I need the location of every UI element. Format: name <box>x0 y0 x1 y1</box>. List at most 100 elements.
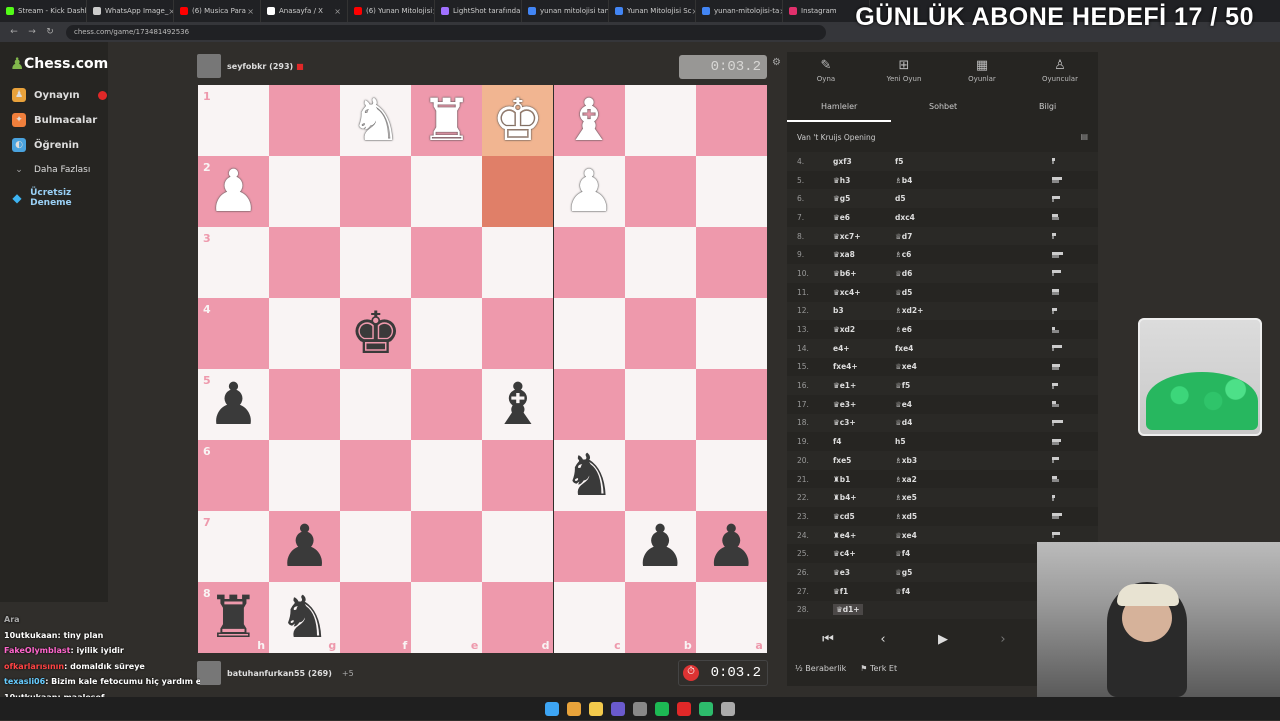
square-h4[interactable]: 4 <box>198 298 270 369</box>
square-h1[interactable]: 1 <box>198 85 270 156</box>
square-c5[interactable] <box>553 369 625 440</box>
square-a8[interactable]: a <box>695 582 767 653</box>
white-move[interactable]: ♛c3+ <box>833 418 895 427</box>
piece-d5[interactable]: ♝ <box>482 369 553 440</box>
back-icon[interactable]: ← <box>8 27 20 37</box>
browser-tab[interactable]: Yunan Mitolojisi Sc× <box>609 0 696 22</box>
white-move[interactable]: ♛e3+ <box>833 400 895 409</box>
white-move[interactable]: gxf3 <box>833 157 895 166</box>
x-icon[interactable] <box>677 701 691 716</box>
black-move[interactable]: d5 <box>895 194 955 203</box>
square-a6[interactable] <box>695 440 767 511</box>
square-f6[interactable] <box>340 440 412 511</box>
top-player-name[interactable]: seyfobkr (293) <box>227 62 293 71</box>
white-move[interactable]: b3 <box>833 306 895 315</box>
square-d6[interactable] <box>482 440 554 511</box>
square-h6[interactable]: 6 <box>198 440 270 511</box>
black-move[interactable]: h5 <box>895 437 955 446</box>
url-field[interactable]: chess.com/game/173481492536 <box>66 24 826 40</box>
next-move-button[interactable]: ▶ <box>913 627 973 653</box>
piece-g8[interactable]: ♞ <box>269 582 340 653</box>
white-move[interactable]: ♛c4+ <box>833 549 895 558</box>
white-move[interactable]: ♛xc4+ <box>833 288 895 297</box>
square-a1[interactable] <box>695 85 767 156</box>
white-move[interactable]: fxe5 <box>833 456 895 465</box>
windows-icon[interactable] <box>545 701 559 716</box>
black-move[interactable]: ♗xb3 <box>895 456 955 465</box>
square-g4[interactable] <box>269 298 341 369</box>
forward-icon[interactable]: → <box>26 27 38 37</box>
square-f3[interactable] <box>340 227 412 298</box>
piece-b7[interactable]: ♟ <box>625 511 696 582</box>
square-e7[interactable] <box>411 511 483 582</box>
first-move-button[interactable]: ⏮ <box>798 627 858 653</box>
square-d7[interactable] <box>482 511 554 582</box>
reload-icon[interactable]: ↻ <box>44 27 56 37</box>
piece-c2[interactable]: ♟ <box>554 156 625 227</box>
white-move[interactable]: ♜b4+ <box>833 493 895 502</box>
chrome-icon[interactable] <box>567 701 581 716</box>
square-c7[interactable] <box>553 511 625 582</box>
black-move[interactable]: ♕e4 <box>895 400 955 409</box>
square-g3[interactable] <box>269 227 341 298</box>
black-move[interactable]: ♕d4 <box>895 418 955 427</box>
square-h3[interactable]: 3 <box>198 227 270 298</box>
square-e8[interactable]: e <box>411 582 483 653</box>
black-move[interactable]: ♕f4 <box>895 587 955 596</box>
browser-tab[interactable]: (6) Musica Para × <box>174 0 261 22</box>
tab-new-game[interactable]: ⊞ Yeni Oyun <box>865 58 943 83</box>
square-a2[interactable] <box>695 156 767 227</box>
square-e4[interactable] <box>411 298 483 369</box>
white-move[interactable]: ♜e4+ <box>833 531 895 540</box>
browser-tab[interactable]: Stream - Kick Dashb× <box>0 0 87 22</box>
square-d8[interactable]: d <box>482 582 554 653</box>
browser-tab[interactable]: LightShot tarafında× <box>435 0 522 22</box>
white-move[interactable]: ♛e3 <box>833 568 895 577</box>
bottom-player-name[interactable]: batuhanfurkan55 (269) <box>227 669 332 678</box>
browser-tab[interactable]: yunan-mitolojisi-ta× <box>696 0 783 22</box>
browser-tab[interactable]: (6) Yunan Mitolojisi× <box>348 0 435 22</box>
square-f2[interactable] <box>340 156 412 227</box>
black-move[interactable]: dxc4 <box>895 213 955 222</box>
square-d2[interactable] <box>482 156 554 227</box>
square-b1[interactable] <box>624 85 696 156</box>
square-b8[interactable]: b <box>624 582 696 653</box>
spotify-icon[interactable] <box>655 701 669 716</box>
store-icon[interactable] <box>611 701 625 716</box>
piece-h2[interactable]: ♟ <box>198 156 269 227</box>
square-a3[interactable] <box>695 227 767 298</box>
black-move[interactable]: ♕d5 <box>895 288 955 297</box>
white-move[interactable]: ♛xa8 <box>833 250 895 259</box>
square-g1[interactable] <box>269 85 341 156</box>
piece-a7[interactable]: ♟ <box>696 511 767 582</box>
subtab-info[interactable]: Bilgi <box>1039 102 1056 111</box>
settings-gear-icon[interactable]: ⚙ <box>772 57 781 68</box>
square-e3[interactable] <box>411 227 483 298</box>
black-move[interactable]: ♕xe4 <box>895 531 955 540</box>
black-move[interactable]: ♕f5 <box>895 381 955 390</box>
folder-icon[interactable] <box>589 701 603 716</box>
white-move[interactable]: ♛xc7+ <box>833 232 895 241</box>
browser-tab[interactable]: yunan mitolojisi tan× <box>522 0 609 22</box>
offer-draw-button[interactable]: ½ Beraberlik <box>795 664 846 673</box>
sidebar-item-free-trial[interactable]: ◆ Ücretsiz Deneme <box>12 188 92 208</box>
square-b5[interactable] <box>624 369 696 440</box>
previous-move-button[interactable]: ‹ <box>853 627 913 653</box>
black-move[interactable]: ♕d7 <box>895 232 955 241</box>
black-move[interactable]: ♗xe5 <box>895 493 955 502</box>
sidebar-item-more[interactable]: ⌄ Daha Fazlası <box>12 163 90 177</box>
sidebar-item-puzzles[interactable]: ✦ Bulmacalar <box>12 113 97 127</box>
square-a4[interactable] <box>695 298 767 369</box>
black-move[interactable]: ♕f4 <box>895 549 955 558</box>
black-move[interactable]: ♗xd5 <box>895 512 955 521</box>
black-move[interactable]: fxe4 <box>895 344 955 353</box>
subtab-chat[interactable]: Sohbet <box>929 102 957 111</box>
square-f8[interactable]: f <box>340 582 412 653</box>
chess-board[interactable]: 1 2 3 4 5 6 7 8 h g f e d c b a ♞ ♜ ♚ ♝ ♟ ♟ ♚ ♟ ♝ ♞ ♟ ♟ ♟ ♜ ♞ <box>198 85 767 653</box>
white-move[interactable]: ♛g5 <box>833 194 895 203</box>
square-e2[interactable] <box>411 156 483 227</box>
white-move[interactable]: ♜b1 <box>833 475 895 484</box>
record-icon[interactable] <box>721 701 735 716</box>
white-move[interactable]: ♛e1+ <box>833 381 895 390</box>
white-move[interactable]: e4+ <box>833 344 895 353</box>
